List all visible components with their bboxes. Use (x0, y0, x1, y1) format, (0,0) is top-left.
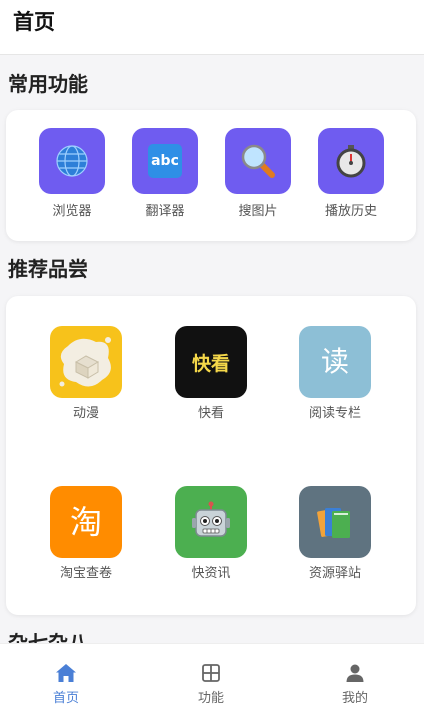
recommend-taobao[interactable]: 淘 淘宝查卷 (36, 486, 136, 583)
read-glyph: 读 (320, 345, 349, 378)
read-icon: 读 (299, 326, 371, 398)
tab-label: 首页 (52, 691, 79, 706)
home-icon (56, 664, 76, 682)
recommend-label: 淘宝查卷 (59, 566, 112, 581)
recommend-news[interactable]: 快资讯 (161, 486, 261, 583)
feature-icon-tile (318, 128, 384, 194)
anime-splash-icon (59, 337, 111, 387)
tab-label: 功能 (197, 691, 224, 706)
recommend-kuaikan[interactable]: 快看 快看 (161, 326, 261, 423)
stopwatch-icon (336, 145, 366, 178)
tab-profile[interactable]: 我的 (315, 662, 395, 708)
user-icon (346, 664, 364, 682)
bottom-tab-bar: 首页 功能 我的 (0, 643, 424, 725)
abc-glyph: abc (151, 153, 179, 169)
feature-history[interactable]: 播放历史 (311, 128, 391, 221)
feature-browser[interactable]: 浏览器 (32, 128, 112, 221)
books-stack-icon (317, 508, 350, 538)
kuaikan-glyph: 快看 (191, 352, 230, 375)
feature-search-image[interactable]: 搜图片 (218, 128, 298, 221)
recommend-label: 资源驿站 (308, 566, 361, 581)
tab-home[interactable]: 首页 (26, 662, 106, 708)
grid-icon (202, 664, 220, 682)
app-header: 首页 (0, 0, 424, 55)
feature-label: 浏览器 (52, 204, 92, 219)
page-title: 首页 (13, 10, 55, 34)
kuaikan-icon: 快看 (175, 326, 247, 398)
recommend-label: 快看 (197, 406, 224, 421)
tab-functions[interactable]: 功能 (171, 662, 251, 708)
robot-icon (175, 486, 247, 558)
section-title-recommend: 推荐品尝 (8, 257, 88, 281)
taobao-glyph: 淘 (69, 503, 102, 541)
robot-face-icon (192, 501, 230, 537)
magnifier-icon (241, 144, 275, 178)
feature-icon-tile: abc (132, 128, 198, 194)
feature-translator[interactable]: abc 翻译器 (125, 128, 205, 221)
recommend-label: 阅读专栏 (308, 406, 361, 421)
tab-label: 我的 (341, 691, 368, 706)
anime-icon (50, 326, 122, 398)
feature-icon-tile (39, 128, 105, 194)
recommend-card: 动漫 快看 快看 读 阅读专栏 淘 淘宝查卷 快资讯 资源驿站 (6, 296, 416, 615)
feature-label: 播放历史 (324, 204, 377, 219)
feature-label: 搜图片 (238, 204, 278, 219)
taobao-icon: 淘 (50, 486, 122, 558)
feature-label: 翻译器 (145, 204, 185, 219)
recommend-reading[interactable]: 读 阅读专栏 (285, 326, 385, 423)
common-card: 浏览器 abc 翻译器 搜图片 播放历史 (6, 110, 416, 241)
recommend-label: 动漫 (72, 406, 99, 421)
recommend-anime[interactable]: 动漫 (36, 326, 136, 423)
recommend-label: 快资讯 (191, 566, 231, 581)
feature-icon-tile (225, 128, 291, 194)
abc-icon: abc (148, 144, 182, 178)
recommend-resources[interactable]: 资源驿站 (285, 486, 385, 583)
globe-icon (56, 145, 88, 177)
books-icon (299, 486, 371, 558)
section-title-common: 常用功能 (8, 72, 88, 96)
